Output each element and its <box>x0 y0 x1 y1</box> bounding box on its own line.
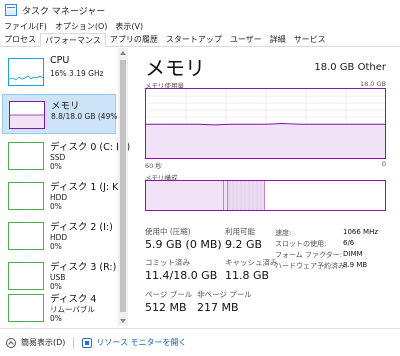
memory-composition-bar <box>145 180 386 211</box>
sidebar-item-label: ディスク 1 (J: K:) <box>50 182 126 193</box>
scroll-down-arrow-icon[interactable] <box>120 319 126 323</box>
sidebar-item-detail: 0% <box>50 202 62 211</box>
sidebar-item-detail: 0% <box>50 162 62 171</box>
tab-performance[interactable]: パフォーマンス <box>40 33 106 47</box>
sidebar-item-disk-0[interactable]: ディスク 0 (C: D:) SSD 0% <box>2 136 130 176</box>
sidebar-item-type: リムーバブル <box>50 305 95 314</box>
paged-pool-label: ページ プール <box>145 290 193 299</box>
disk-thumbnail-graph <box>8 262 44 290</box>
title-bar: タスク マネージャー <box>0 0 400 20</box>
sidebar-scrollbar[interactable] <box>118 48 128 326</box>
tab-startup[interactable]: スタートアップ <box>162 33 226 47</box>
sidebar-item-memory[interactable]: メモリ 8.8/18.0 GB (49%) <box>2 94 120 134</box>
tab-services[interactable]: サービス <box>290 33 330 47</box>
usage-graph-max: 18.0 GB <box>359 80 386 88</box>
slots-value: 6/6 <box>343 239 355 247</box>
sidebar-item-type: HDD <box>50 233 68 242</box>
sidebar-item-label: ディスク 3 (R:) <box>50 262 117 273</box>
committed-value: 11.4/18.0 GB <box>145 269 218 282</box>
tab-details[interactable]: 詳細 <box>266 33 290 47</box>
sidebar-item-disk-4[interactable]: ディスク 4 リムーバブル 0% <box>2 288 116 328</box>
sidebar-item-detail: 0% <box>50 242 62 251</box>
sidebar-item-detail: 0% <box>50 314 62 323</box>
tab-users[interactable]: ユーザー <box>226 33 266 47</box>
scroll-thumb[interactable] <box>120 60 126 312</box>
disk-thumbnail-graph <box>8 294 44 322</box>
in-use-label: 使用中 (圧縮) <box>145 227 191 236</box>
disk-thumbnail-graph <box>8 142 44 170</box>
window-title: タスク マネージャー <box>22 6 106 17</box>
sidebar-item-label: CPU <box>50 55 70 66</box>
time-axis-label: 60 秒 <box>145 162 162 170</box>
resource-monitor-icon[interactable] <box>82 337 93 348</box>
sidebar-item-type: USB <box>50 273 66 282</box>
available-value: 9.2 GB <box>225 238 263 251</box>
speed-label: 速度: <box>275 229 292 237</box>
composition-free-segment[interactable] <box>265 181 385 210</box>
in-use-value: 5.9 GB (0 MB) <box>145 238 222 251</box>
fewer-details-button[interactable]: 簡易表示(D) <box>21 337 65 348</box>
speed-value: 1066 MHz <box>343 228 379 236</box>
hardware-reserved-label: ハードウェア予約済み: <box>275 262 348 270</box>
tab-bar: プロセス パフォーマンス アプリの履歴 スタートアップ ユーザー 詳細 サービス <box>0 33 400 47</box>
sidebar-item-disk-1[interactable]: ディスク 1 (J: K:) HDD 0% <box>2 176 125 216</box>
composition-in-use-segment[interactable] <box>146 181 225 210</box>
disk-thumbnail-graph <box>8 222 44 250</box>
cached-value: 11.8 GB <box>225 269 270 282</box>
sidebar-item-label: ディスク 4 <box>50 294 97 305</box>
usage-line <box>146 122 385 126</box>
form-factor-label: フォーム ファクター: <box>275 251 343 259</box>
memory-thumbnail-graph <box>9 101 45 129</box>
page-title: メモリ <box>145 56 205 80</box>
memory-total: 18.0 GB Other <box>314 62 386 73</box>
paged-pool-value: 512 MB <box>145 301 187 314</box>
sidebar-item-type: HDD <box>50 193 68 202</box>
memory-usage-graph <box>145 88 386 159</box>
memory-usage-svg <box>146 89 385 158</box>
sidebar-item-disk-2[interactable]: ディスク 2 (I:) HDD 0% <box>2 216 116 256</box>
cached-label: キャッシュ済み <box>225 258 278 267</box>
available-label: 利用可能 <box>225 227 255 236</box>
menu-view[interactable]: 表示(V) <box>111 20 147 33</box>
form-factor-value: DIMM <box>343 250 363 258</box>
nonpaged-pool-label: 非ページ プール <box>197 290 252 299</box>
cpu-sparkline <box>9 75 43 81</box>
sidebar-item-cpu[interactable]: CPU 16% 3.19 GHz <box>2 52 116 92</box>
nonpaged-pool-value: 217 MB <box>197 301 239 314</box>
footer-bar: 簡易表示(D) リソース モニターを開く <box>0 328 400 356</box>
sidebar-item-detail: 16% 3.19 GHz <box>50 69 104 78</box>
tab-app-history[interactable]: アプリの履歴 <box>106 33 162 47</box>
axis-zero-label: 0 <box>381 160 386 168</box>
sidebar-item-label: メモリ <box>51 101 80 112</box>
slots-label: スロットの使用: <box>275 240 327 248</box>
sidebar-item-label: ディスク 2 (I:) <box>50 222 113 233</box>
cpu-thumbnail-graph <box>8 58 44 86</box>
footer-divider <box>73 336 75 349</box>
scroll-up-arrow-icon[interactable] <box>120 51 126 55</box>
committed-label: コミット済み <box>145 258 190 267</box>
disk-thumbnail-graph <box>8 182 44 210</box>
usage-area <box>146 123 385 158</box>
menu-file[interactable]: ファイル(F) <box>0 20 51 33</box>
resource-sidebar: CPU 16% 3.19 GHz メモリ 8.8/18.0 GB (49%) デ… <box>0 48 130 326</box>
open-resource-monitor-link[interactable]: リソース モニターを開く <box>96 337 186 348</box>
sidebar-item-type: SSD <box>50 153 66 162</box>
task-manager-icon <box>5 4 17 16</box>
sidebar-item-detail: 8.8/18.0 GB (49%) <box>51 112 121 121</box>
menu-bar: ファイル(F) オプション(O) 表示(V) <box>0 20 147 33</box>
composition-standby-segment[interactable] <box>226 181 266 210</box>
collapse-chevron-icon[interactable] <box>6 337 16 348</box>
hardware-reserved-value: 8.9 MB <box>343 261 368 269</box>
menu-options[interactable]: オプション(O) <box>51 20 112 33</box>
memory-sparkline <box>10 114 44 128</box>
tab-processes[interactable]: プロセス <box>0 33 40 47</box>
